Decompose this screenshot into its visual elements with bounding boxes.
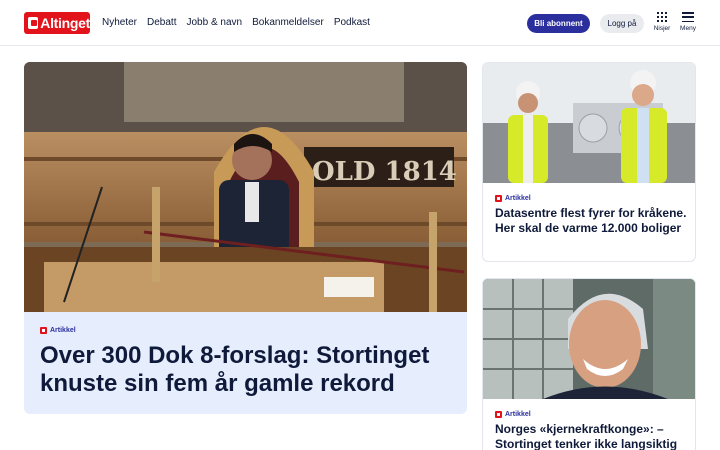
side-article-image bbox=[483, 63, 695, 183]
hamburger-menu-icon bbox=[682, 12, 694, 22]
subscribe-button[interactable]: Bli abonnent bbox=[527, 14, 590, 33]
side-article-card[interactable]: Artikkel Datasentre flest fyrer for kråk… bbox=[482, 62, 696, 262]
logo-text: Altinget bbox=[40, 15, 90, 31]
article-type-badge: Artikkel bbox=[40, 327, 76, 334]
menu-label: Meny bbox=[680, 25, 696, 32]
badge-label: Artikkel bbox=[50, 327, 76, 334]
side-article-card[interactable]: Artikkel Norges «kjernekraftkonge»: – St… bbox=[482, 278, 696, 450]
badge-label: Artikkel bbox=[505, 195, 531, 202]
niches-button[interactable]: Nisjer bbox=[650, 12, 674, 36]
article-icon bbox=[495, 411, 502, 418]
grid-icon bbox=[657, 12, 667, 22]
nav-bokanmeldelser[interactable]: Bokanmeldelser bbox=[252, 17, 324, 28]
main-article-card[interactable]: OLD 1814 Artikkel Over 300 Dok 8-forslag… bbox=[24, 62, 467, 414]
menu-button[interactable]: Meny bbox=[676, 12, 700, 36]
side-article-image bbox=[483, 279, 695, 399]
image-inscription: OLD 1814 bbox=[312, 157, 457, 187]
article-type-badge: Artikkel bbox=[495, 411, 531, 418]
nav-debatt[interactable]: Debatt bbox=[147, 17, 176, 28]
nav-nyheter[interactable]: Nyheter bbox=[102, 17, 137, 28]
main-article-image: OLD 1814 bbox=[24, 62, 467, 312]
main-article-title[interactable]: Over 300 Dok 8-forslag: Stortinget knust… bbox=[40, 342, 460, 398]
altinget-logo[interactable]: Altinget bbox=[24, 12, 90, 34]
article-icon bbox=[40, 327, 47, 334]
login-button[interactable]: Logg på bbox=[600, 14, 644, 33]
main-nav: Nyheter Debatt Jobb & navn Bokanmeldelse… bbox=[102, 17, 370, 28]
site-header: Altinget Nyheter Debatt Jobb & navn Boka… bbox=[0, 0, 720, 46]
nav-jobb-og-navn[interactable]: Jobb & navn bbox=[186, 17, 242, 28]
nav-podkast[interactable]: Podkast bbox=[334, 17, 370, 28]
side-article-title[interactable]: Norges «kjernekraftkonge»: – Stortinget … bbox=[495, 422, 691, 450]
article-icon bbox=[495, 195, 502, 202]
badge-label: Artikkel bbox=[505, 411, 531, 418]
niches-label: Nisjer bbox=[653, 25, 671, 32]
logo-mark-icon bbox=[28, 17, 39, 29]
article-type-badge: Artikkel bbox=[495, 195, 531, 202]
side-article-title[interactable]: Datasentre flest fyrer for kråkene. Her … bbox=[495, 206, 691, 236]
